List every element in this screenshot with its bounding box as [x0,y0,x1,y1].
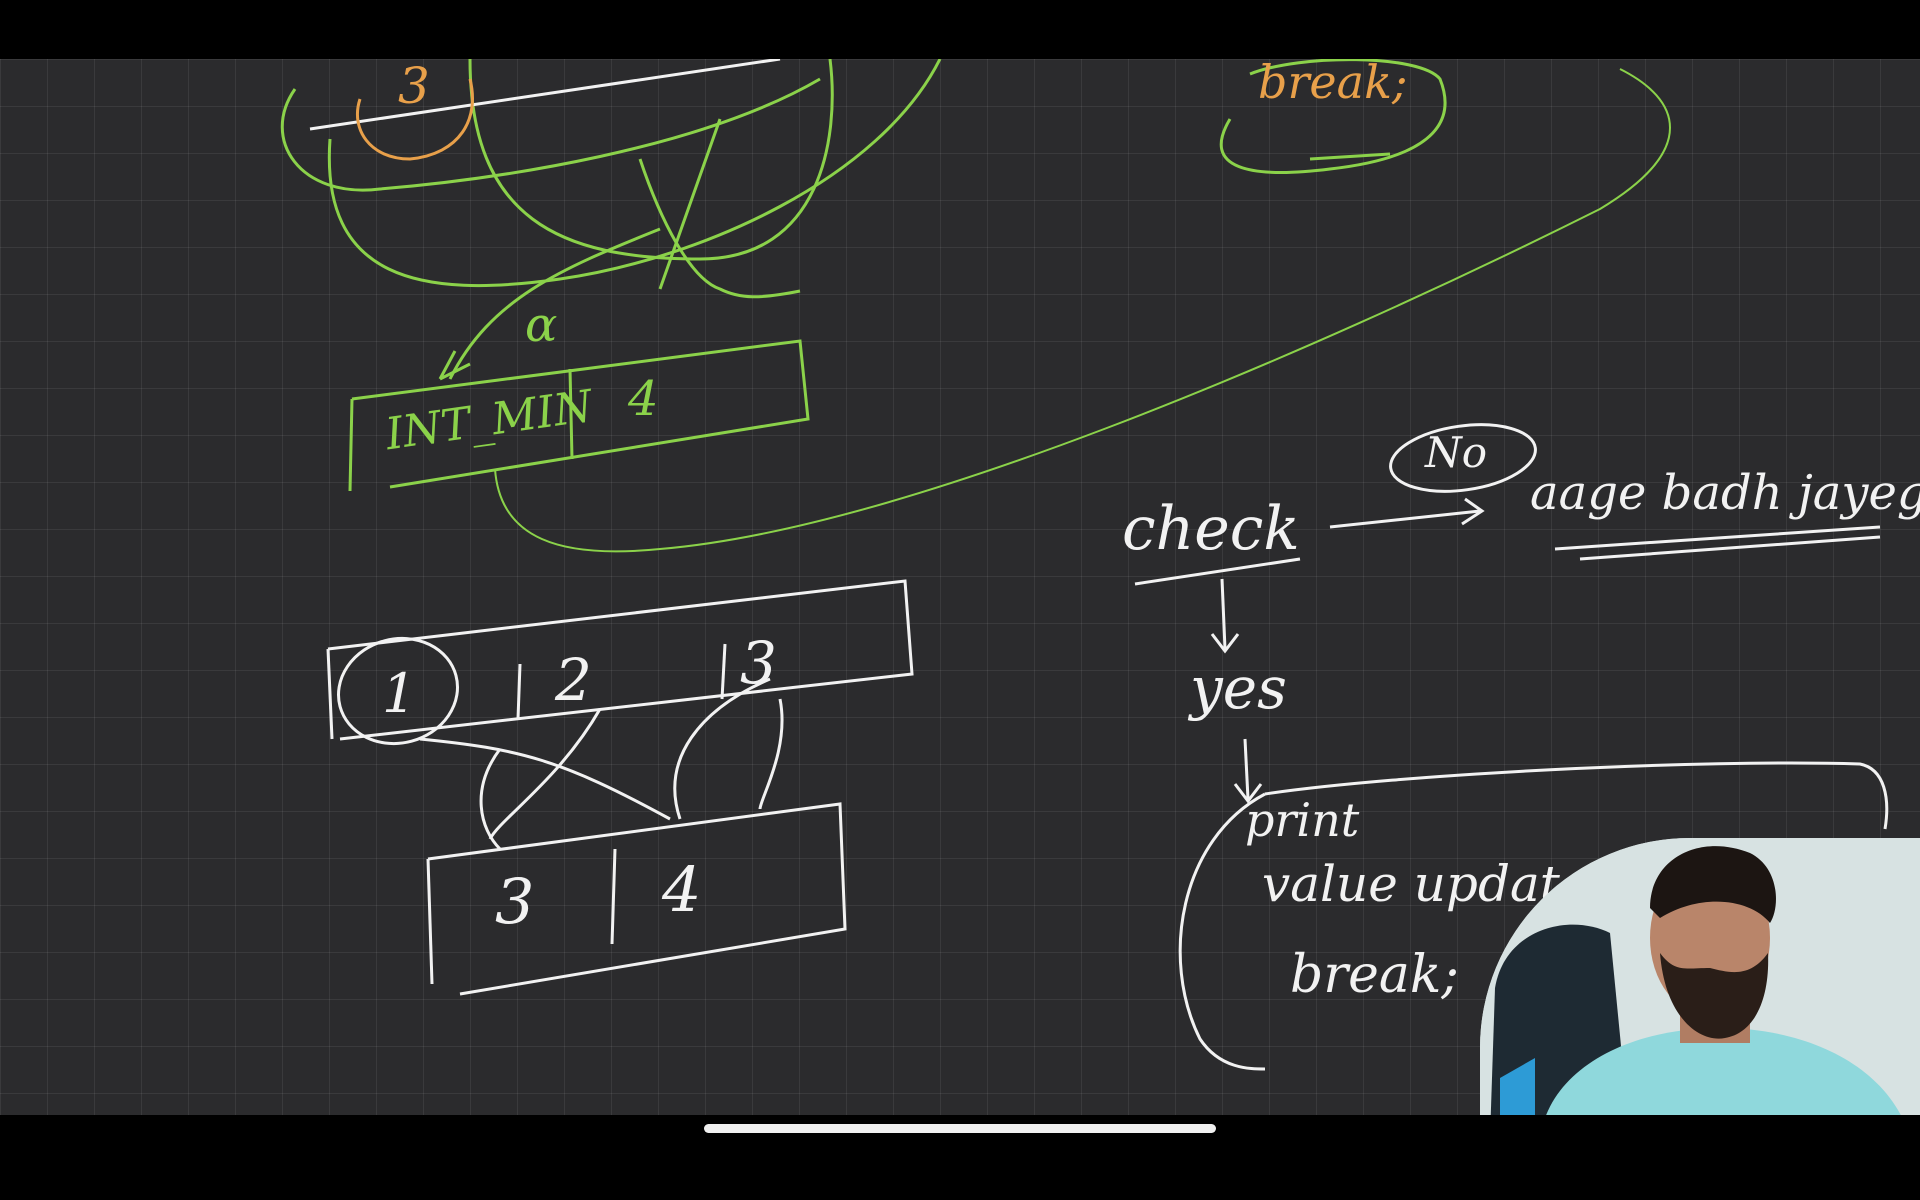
array-top-cell-2: 2 [555,646,592,714]
array-bottom-cell-2: 4 [662,853,702,926]
home-indicator-bar[interactable] [704,1124,1216,1133]
yes-label: yes [1190,654,1287,722]
array-bottom-cell-1: 3 [495,865,535,938]
letterbox-top [0,0,1920,59]
break-label-bottom: break; [1290,945,1459,1005]
array-top-cell-3: 3 [740,629,777,697]
check-label: check [1122,494,1300,564]
circled-digit-3: 3 [398,59,430,115]
break-note-top: break; [1258,59,1408,109]
int-min-value: 4 [628,371,659,427]
array-top-cell-1: 1 [382,662,417,725]
print-label: print [1245,793,1360,847]
alpha-symbol: α [525,297,558,353]
aage-badh-jayega-label: aage badh jayega [1530,465,1920,521]
no-label: No [1425,428,1488,477]
